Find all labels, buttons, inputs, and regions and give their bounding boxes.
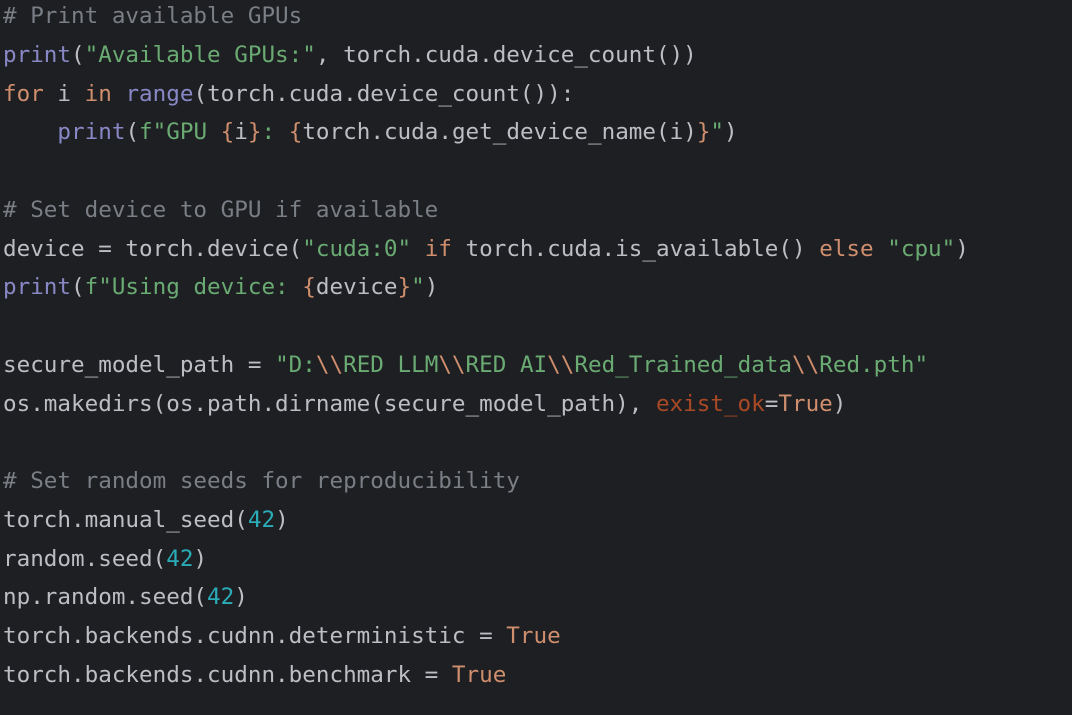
code-line[interactable]: for i in range(torch.cuda.device_count()…: [3, 75, 574, 114]
code-token-kw: {: [302, 274, 316, 301]
code-token-plain: (: [71, 41, 85, 68]
code-token-plain: device = torch.device(: [3, 235, 303, 262]
code-line[interactable]: random.seed(42): [3, 540, 207, 579]
code-token-esc: \\: [792, 351, 820, 378]
code-token-str: :: [261, 119, 289, 146]
code-token-plain: ): [234, 584, 248, 611]
code-token-plain: os.makedirs(os.path.dirname(secure_model…: [3, 390, 656, 417]
code-token-plain: secure_model_path =: [3, 351, 276, 378]
code-token-str: "D:: [275, 351, 316, 378]
code-line[interactable]: # Set device to GPU if available: [3, 191, 438, 230]
code-token-str: f"Using device:: [84, 274, 303, 301]
code-token-plain: torch.cuda.is_available(): [451, 235, 820, 262]
code-line[interactable]: print(f"Using device: {device}"): [3, 268, 438, 307]
code-token-num: 42: [207, 584, 235, 611]
code-token-plain: ): [955, 235, 969, 262]
code-token-kw: if: [424, 235, 452, 262]
code-token-kw: else: [819, 235, 874, 262]
code-line[interactable]: # Set random seeds for reproducibility: [3, 462, 520, 501]
code-token-kw: }: [696, 119, 711, 146]
code-token-kw: }: [247, 119, 262, 146]
code-token-kw: True: [506, 623, 561, 649]
code-token-str: ": [710, 119, 725, 146]
code-token-str: Red_Trained_data: [574, 351, 793, 378]
code-token-str: ": [411, 274, 425, 301]
code-line[interactable]: print("Available GPUs:", torch.cuda.devi…: [3, 36, 697, 75]
code-token-kw: in: [84, 80, 112, 107]
code-line[interactable]: secure_model_path = "D:\\RED LLM\\RED AI…: [3, 346, 928, 385]
code-token-plain: (: [71, 274, 85, 301]
code-token-str: "cpu": [887, 235, 956, 262]
code-token-param: exist_ok: [655, 390, 765, 417]
code-token-str: f"GPU: [139, 119, 221, 146]
code-token-plain: torch.manual_seed(: [3, 506, 248, 533]
code-token-plain: ): [193, 545, 208, 572]
code-token-kw: True: [778, 390, 833, 417]
code-line[interactable]: np.random.seed(42): [3, 578, 248, 617]
code-token-comment: # Set device to GPU if available: [3, 196, 439, 223]
code-token-plain: ): [832, 390, 847, 417]
code-line[interactable]: device = torch.device("cuda:0" if torch.…: [3, 230, 969, 269]
code-token-comment: # Set random seeds for reproducibility: [3, 468, 520, 494]
code-token-plain: ): [724, 119, 738, 146]
code-token-kw: }: [397, 274, 412, 301]
code-token-esc: \\: [315, 351, 344, 378]
code-token-plain: i: [43, 80, 85, 107]
code-token-plain: torch.backends.cudnn.deterministic =: [3, 623, 507, 649]
code-token-plain: =: [764, 390, 779, 417]
code-token-str: RED AI: [465, 351, 548, 378]
code-token-esc: \\: [438, 351, 466, 378]
code-token-plain: (: [125, 119, 140, 146]
code-token-plain: (torch.cuda.device_count()):: [193, 80, 575, 107]
code-token-kw: True: [451, 661, 507, 688]
code-token-kw: {: [220, 119, 235, 146]
code-token-plain: i: [234, 119, 248, 146]
code-editor[interactable]: # Print available GPUs print("Available G…: [0, 0, 1072, 715]
code-token-builtin: print: [3, 41, 72, 68]
code-token-plain: device: [315, 274, 398, 301]
code-token-str: "cuda:0": [302, 235, 412, 262]
code-token-comment: # Print available GPUs: [3, 3, 303, 29]
code-line[interactable]: # Print available GPUs: [3, 0, 302, 36]
code-token-plain: , torch.cuda.device_count()): [315, 41, 697, 68]
code-token-plain: random.seed(: [3, 545, 167, 572]
code-token-num: 42: [166, 545, 194, 572]
code-token-str: Red.pth": [819, 351, 929, 378]
code-token-builtin: range: [125, 80, 194, 107]
code-token-kw: for: [3, 80, 44, 107]
code-token-builtin: print: [57, 119, 126, 146]
code-line[interactable]: print(f"GPU {i}: {torch.cuda.get_device_…: [3, 113, 738, 152]
code-line[interactable]: torch.manual_seed(42): [3, 501, 289, 540]
code-line[interactable]: torch.backends.cudnn.deterministic = Tru…: [3, 617, 561, 656]
code-token-plain: torch.cuda.get_device_name(i): [302, 119, 697, 146]
code-token-kw: {: [288, 119, 303, 146]
code-token-str: "Available GPUs:": [84, 41, 316, 68]
code-token-builtin: print: [3, 274, 72, 301]
code-token-num: 42: [247, 506, 276, 533]
code-token-plain: ): [424, 274, 439, 301]
code-token-esc: \\: [547, 351, 575, 378]
code-token-plain: torch.backends.cudnn.benchmark =: [3, 661, 452, 688]
code-token-str: RED LLM: [343, 351, 439, 378]
code-line[interactable]: torch.backends.cudnn.benchmark = True: [3, 656, 506, 695]
code-line[interactable]: os.makedirs(os.path.dirname(secure_model…: [3, 385, 846, 424]
code-token-plain: np.random.seed(: [3, 584, 208, 611]
code-token-plain: ): [275, 506, 289, 533]
